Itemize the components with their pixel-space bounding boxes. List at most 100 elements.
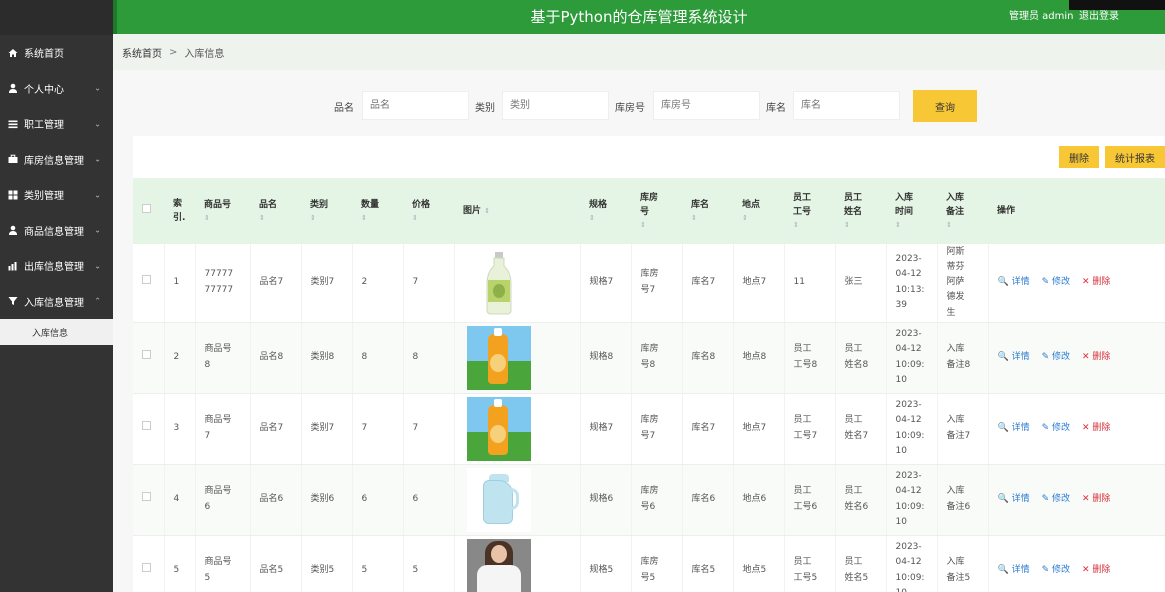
detail-button[interactable]: 🔍 详情 — [998, 494, 1030, 504]
sort-icon[interactable]: ⇕ — [895, 220, 937, 231]
sidebar-item-0[interactable]: 系统首页 — [0, 35, 113, 71]
header-category[interactable]: 类别 ⇕ — [301, 178, 352, 244]
search-input-category[interactable] — [502, 91, 609, 120]
search-input-store[interactable] — [793, 91, 900, 120]
sort-icon[interactable]: ⇕ — [589, 213, 631, 224]
chart-icon — [7, 260, 19, 272]
sidebar-item-5[interactable]: 商品信息管理 ⌄ — [0, 213, 113, 249]
sidebar-item-6[interactable]: 出库信息管理 ⌄ — [0, 248, 113, 284]
cell-emp_no: 11 — [784, 244, 836, 323]
row-checkbox[interactable] — [142, 349, 151, 359]
header-emp-no[interactable]: 员工 工号 ⇕ — [784, 178, 835, 244]
delete-row-button[interactable]: ✕ 删除 — [1082, 423, 1110, 433]
row-checkbox-cell[interactable] — [133, 244, 165, 323]
header-spec[interactable]: 规格 ⇕ — [580, 178, 631, 244]
detail-button[interactable]: 🔍 详情 — [998, 352, 1030, 362]
cell-category: 类别6 — [301, 464, 353, 536]
row-checkbox[interactable] — [142, 275, 151, 285]
sidebar-item-7[interactable]: 入库信息管理 ⌃ — [0, 284, 113, 320]
cell-note: 入库 备注5 — [937, 535, 989, 592]
row-checkbox-cell[interactable] — [133, 393, 165, 465]
row-checkbox-cell[interactable] — [133, 464, 165, 536]
product-image — [466, 396, 531, 461]
sort-icon[interactable]: ⇕ — [640, 220, 682, 231]
delete-row-button[interactable]: ✕ 删除 — [1082, 352, 1110, 362]
search-label-category: 类别 — [475, 103, 495, 114]
sidebar-item-1[interactable]: 个人中心 ⌄ — [0, 71, 113, 107]
sort-icon[interactable]: ⇕ — [412, 213, 454, 224]
header-name-label: 品名 — [259, 200, 278, 211]
sidebar-item-3[interactable]: 库房信息管理 ⌄ — [0, 142, 113, 178]
sidebar-item-2[interactable]: 职工管理 ⌄ — [0, 106, 113, 142]
cell-spec: 规格8 — [580, 322, 632, 394]
cell-category: 类别7 — [301, 244, 353, 323]
header-spec-label: 规格 — [589, 200, 608, 211]
search-input-room[interactable] — [653, 91, 760, 120]
sort-icon[interactable]: ⇕ — [844, 220, 886, 231]
row-checkbox[interactable] — [142, 420, 151, 430]
sidebar-subitem-inbound[interactable]: 入库信息 — [0, 319, 113, 345]
cell-index: 2 — [164, 322, 196, 394]
search-button[interactable]: 查询 — [913, 90, 977, 122]
row-checkbox-cell[interactable] — [133, 535, 165, 592]
sort-icon[interactable]: ⇕ — [259, 213, 301, 224]
header-location[interactable]: 地点 ⇕ — [733, 178, 784, 244]
sort-icon[interactable]: ⇕ — [793, 220, 835, 231]
edit-button[interactable]: ✎ 修改 — [1042, 494, 1070, 504]
grid-icon — [7, 189, 19, 201]
delete-row-button[interactable]: ✕ 删除 — [1082, 277, 1110, 287]
header-name[interactable]: 品名 ⇕ — [250, 178, 301, 244]
cell-emp_name: 张三 — [835, 244, 887, 323]
sort-icon[interactable]: ⇕ — [742, 213, 784, 224]
cell-qty: 8 — [352, 322, 404, 394]
delete-row-button[interactable]: ✕ 删除 — [1082, 565, 1110, 575]
header-price[interactable]: 价格 ⇕ — [403, 178, 454, 244]
header-image[interactable]: 图片 ⇕ — [454, 178, 580, 244]
sidebar-item-4[interactable]: 类别管理 ⌄ — [0, 177, 113, 213]
header-store[interactable]: 库名 ⇕ — [682, 178, 733, 244]
top-header: 基于Python的仓库管理系统设计 管理员 admin 退出登录 — [113, 0, 1165, 34]
sort-icon[interactable]: ⇕ — [691, 213, 733, 224]
header-product-no[interactable]: 商品号 ⇕ — [195, 178, 250, 244]
breadcrumb-home[interactable]: 系统首页 — [122, 45, 162, 60]
edit-button[interactable]: ✎ 修改 — [1042, 277, 1070, 287]
row-checkbox[interactable] — [142, 491, 151, 501]
header-emp-name[interactable]: 员工 姓名 ⇕ — [835, 178, 886, 244]
select-all-checkbox[interactable] — [142, 203, 151, 213]
sort-icon[interactable]: ⇕ — [361, 213, 403, 224]
chevron-icon: ⌄ — [94, 190, 101, 200]
sort-icon[interactable]: ⇕ — [310, 213, 352, 224]
header-ops-label: 操作 — [997, 205, 1016, 216]
detail-button[interactable]: 🔍 详情 — [998, 565, 1030, 575]
header-time[interactable]: 入库 时间 ⇕ — [886, 178, 937, 244]
edit-button[interactable]: ✎ 修改 — [1042, 352, 1070, 362]
row-checkbox[interactable] — [142, 562, 151, 572]
edit-button[interactable]: ✎ 修改 — [1042, 423, 1070, 433]
search-input-name[interactable] — [362, 91, 469, 120]
detail-button[interactable]: 🔍 详情 — [998, 423, 1030, 433]
cell-location: 地点8 — [733, 322, 785, 394]
delete-button[interactable]: 删除 — [1059, 146, 1099, 168]
table-row: 4 商品号 6 品名6 类别6 6 6 规格6 库房 号6 库名6 地点6 员工 工号6 员工 姓名6… — [133, 464, 1165, 536]
header-qty-label: 数量 — [361, 200, 380, 211]
sort-icon[interactable]: ⇕ — [204, 213, 250, 224]
header-note[interactable]: 入库 备注 ⇕ — [937, 178, 988, 244]
sort-icon[interactable]: ⇕ — [484, 207, 490, 215]
sort-icon[interactable]: ⇕ — [946, 220, 988, 231]
logout-link[interactable]: 退出登录 — [1079, 7, 1119, 22]
delete-row-button[interactable]: ✕ 删除 — [1082, 494, 1110, 504]
row-checkbox-cell[interactable] — [133, 322, 165, 394]
edit-button[interactable]: ✎ 修改 — [1042, 565, 1070, 575]
report-button[interactable]: 统计报表 — [1105, 146, 1165, 168]
header-note-label: 入库 备注 — [946, 193, 965, 218]
table-header-row: 索 引. 商品号 ⇕ 品名 ⇕ 类别 ⇕ 数量 ⇕ 价格 ⇕ 图片 ⇕ 规格 ⇕ 库房 号 ⇕… — [133, 178, 1165, 244]
detail-button[interactable]: 🔍 详情 — [998, 277, 1030, 287]
header-qty[interactable]: 数量 ⇕ — [352, 178, 403, 244]
cell-store: 库名7 — [682, 393, 734, 465]
header-room[interactable]: 库房 号 ⇕ — [631, 178, 682, 244]
cell-store: 库名7 — [682, 244, 734, 323]
sidebar-logo-area — [0, 0, 113, 35]
cell-qty: 6 — [352, 464, 404, 536]
sidebar-item-label: 出库信息管理 — [24, 262, 84, 274]
select-all-checkbox-cell[interactable] — [133, 178, 164, 244]
